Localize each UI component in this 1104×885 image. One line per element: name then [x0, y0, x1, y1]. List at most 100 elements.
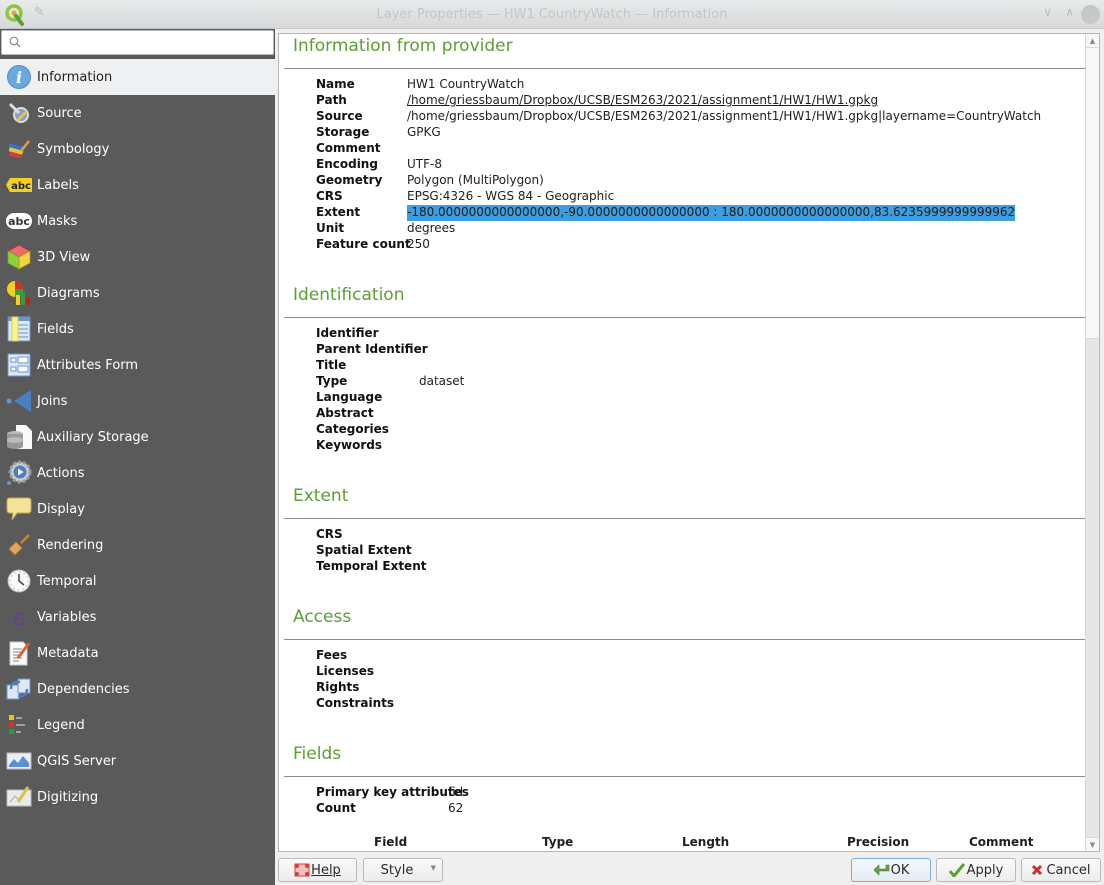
maximize-button[interactable]: ∧ [1065, 5, 1074, 19]
sidebar-item-label: Information [37, 69, 113, 85]
sidebar-item-label: 3D View [37, 249, 91, 265]
checkmark-icon [948, 863, 965, 877]
sidebar-item-auxiliary-storage[interactable]: Auxiliary Storage [0, 419, 275, 455]
info-row-comment: Comment [316, 141, 381, 155]
sidebar-item-labels[interactable]: abc Labels [0, 167, 275, 203]
info-icon: i [6, 64, 32, 90]
info-row: Language [316, 390, 383, 404]
search-input[interactable] [26, 33, 266, 52]
sidebar-item-rendering[interactable]: Rendering [0, 527, 275, 563]
sidebar-item-label: Dependencies [37, 681, 130, 697]
path-link[interactable]: /home/griessbaum/Dropbox/UCSB/ESM263/202… [407, 93, 878, 109]
sidebar-item-temporal[interactable]: Temporal [0, 563, 275, 599]
sidebar-item-label: Joins [37, 393, 68, 409]
legend-icon [6, 712, 32, 738]
section-title-fields: Fields [293, 744, 342, 764]
info-row-unit: Unit degrees [316, 221, 456, 235]
sidebar-item-label: Source [37, 105, 82, 121]
vertical-scrollbar[interactable]: ▲ ▼ [1085, 34, 1099, 851]
ok-button[interactable]: OK [851, 858, 931, 882]
attributes-form-icon [6, 352, 32, 378]
diagrams-chart-icon [6, 280, 32, 306]
section-divider [284, 68, 1085, 69]
minimize-button[interactable]: ∨ [1043, 5, 1052, 19]
section-title-provider: Information from provider [293, 36, 513, 56]
extent-table: CRS Spatial Extent Temporal Extent [316, 527, 427, 575]
access-table: Fees Licenses Rights Constraints [316, 648, 419, 712]
sidebar-item-qgis-server[interactable]: QGIS Server [0, 743, 275, 779]
sidebar-item-attributes-form[interactable]: Attributes Form [0, 347, 275, 383]
sidebar-item-fields[interactable]: Fields [0, 311, 275, 347]
actions-gear-icon [6, 460, 32, 486]
sidebar-item-label: Attributes Form [37, 357, 139, 373]
help-lifebuoy-icon [294, 863, 310, 877]
apply-button[interactable]: Apply [936, 858, 1016, 882]
ok-arrow-icon [873, 864, 889, 876]
sidebar-item-label: QGIS Server [37, 753, 117, 769]
scroll-down-arrow-icon[interactable]: ▼ [1086, 837, 1099, 851]
info-row: Constraints [316, 696, 395, 710]
cancel-button-label: Cancel [1046, 862, 1091, 878]
sidebar-item-source[interactable]: Source [0, 95, 275, 131]
sidebar-item-metadata[interactable]: Metadata [0, 635, 275, 671]
cancel-button[interactable]: Cancel [1021, 858, 1101, 882]
info-row-geometry: Geometry Polygon (MultiPolygon) [316, 173, 544, 187]
section-divider [284, 518, 1085, 519]
column-header-precision: Precision [847, 835, 910, 849]
variables-epsilon-icon: ε [12, 603, 26, 631]
sidebar-item-diagrams[interactable]: Diagrams [0, 275, 275, 311]
style-dropdown-button[interactable]: Style ▼ [363, 858, 443, 882]
sidebar-item-label: Digitizing [37, 789, 99, 805]
info-row: Type dataset [316, 374, 465, 388]
sidebar-item-label: Diagrams [37, 285, 100, 301]
info-row-count: Count 62 [316, 801, 464, 815]
sidebar-item-label: Symbology [37, 141, 110, 157]
info-row: Temporal Extent [316, 559, 427, 573]
ok-button-label: OK [890, 862, 910, 878]
sidebar-item-label: Temporal [37, 573, 97, 589]
info-row-path: Path/home/griessbaum/Dropbox/UCSB/ESM263… [316, 93, 879, 109]
symbology-brush-icon [6, 136, 32, 162]
sidebar-item-dependencies[interactable]: Dependencies [0, 671, 275, 707]
display-speech-bubble-icon [6, 496, 32, 522]
sidebar-item-3d-view[interactable]: 3D View [0, 239, 275, 275]
sidebar-item-joins[interactable]: Joins [0, 383, 275, 419]
dropdown-arrow-icon: ▼ [430, 864, 436, 872]
sidebar-item-information[interactable]: i Information [0, 59, 275, 95]
sidebar-item-actions[interactable]: Actions [0, 455, 275, 491]
fields-table-header: Field Type Length Precision Comment [279, 834, 1087, 851]
scrollbar-thumb[interactable] [1086, 48, 1099, 339]
selected-extent-text[interactable]: -180.0000000000000000,-90.00000000000000… [407, 205, 1016, 221]
scroll-up-arrow-icon[interactable]: ▲ [1086, 34, 1099, 48]
info-row: Keywords [316, 438, 383, 452]
sidebar-item-digitizing[interactable]: Digitizing [0, 779, 275, 815]
provider-info-table: Name HW1 CountryWatch Path/home/griessbau… [316, 77, 1041, 253]
sidebar-item-label: Variables [37, 609, 97, 625]
sidebar-item-label: Actions [37, 465, 85, 481]
sidebar-item-label: Labels [37, 177, 79, 193]
info-row-crs: CRS EPSG:4326 - WGS 84 - Geographic [316, 189, 615, 203]
search-box[interactable] [1, 30, 274, 55]
section-divider [284, 776, 1085, 777]
info-row-extent: Extent -180.0000000000000000,-90.00000000… [316, 205, 1016, 221]
close-button[interactable] [1081, 5, 1100, 24]
dependencies-icon [6, 676, 32, 702]
sidebar-item-display[interactable]: Display [0, 491, 275, 527]
window-title: Layer Properties — HW1 CountryWatch — In… [376, 7, 728, 22]
info-row: Spatial Extent [316, 543, 412, 557]
info-row-feature-count: Feature count 250 [316, 237, 430, 251]
apply-button-label: Apply [966, 862, 1004, 878]
cancel-x-icon [1032, 864, 1043, 876]
info-row: Abstract [316, 406, 374, 420]
sidebar-item-symbology[interactable]: Symbology [0, 131, 275, 167]
sidebar-item-masks[interactable]: abc Masks [0, 203, 275, 239]
temporal-clock-icon [6, 568, 32, 594]
rendering-brush-icon [6, 532, 32, 558]
fields-summary-table: Primary key attributes fid Count 62 [316, 785, 469, 817]
help-button[interactable]: Help [278, 858, 357, 882]
sidebar-item-legend[interactable]: Legend [0, 707, 275, 743]
info-row-primary-key: Primary key attributes fid [316, 785, 469, 799]
masks-abc-icon: abc [6, 208, 32, 234]
sidebar-item-variables[interactable]: ε Variables [0, 599, 275, 635]
sidebar-item-label: Fields [37, 321, 74, 337]
